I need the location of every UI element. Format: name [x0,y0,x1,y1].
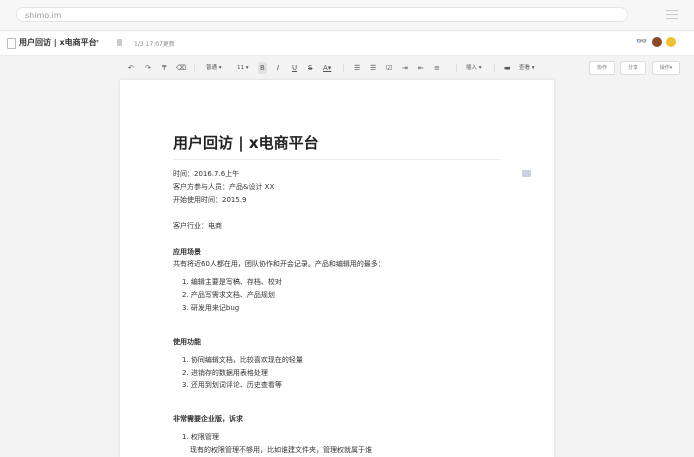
section-heading: 应用场景 [173,248,201,256]
outdent-icon[interactable]: ⇤ [418,62,424,74]
indent-icon[interactable]: ⇥ [402,62,408,74]
list-item: 2. 进销存的数据用表格处理 [182,369,268,377]
list-item-detail: 现有的权限管理不够用，比如谁建文件夹，管理权就属于谁 [190,446,372,454]
comment-icon[interactable]: ▬ [504,62,511,74]
hamburger-menu-icon[interactable] [666,10,678,19]
align-icon[interactable]: ≡ [434,62,440,74]
section-heading: 非常需要企业版，诉求 [173,415,243,423]
undo-icon[interactable]: ↶ [128,62,134,74]
title-dropdown-icon[interactable]: ▾ [96,38,99,45]
meta-industry: 客户行业：电商 [173,222,222,230]
text-color-button[interactable]: A▾ [323,62,331,74]
list-item: 1. 协同编辑文档，比较喜欢现在的轻量 [182,356,303,364]
clear-format-icon[interactable]: ⌫ [176,62,186,74]
view-menu[interactable]: 查看 ▾ [519,62,535,74]
operations-button[interactable]: 操作▾ [652,61,680,75]
document-title[interactable]: 用户回访 | x电商平台 [19,37,97,48]
section-heading: 使用功能 [173,338,201,346]
paragraph: 共有将近60人都在用，团队协作和开会记录。产品和编辑用的最多： [173,260,385,268]
style-select[interactable]: 普通 ▾ [206,62,222,74]
bullet-list-icon[interactable]: ☰ [370,62,376,74]
list-item: 1. 权限管理 [182,433,219,441]
redo-icon[interactable]: ↷ [145,62,151,74]
avatar[interactable] [652,37,662,47]
list-item: 2. 产品写需求文档、产品规划 [182,291,275,299]
document-icon [7,38,16,49]
list-item: 3. 还用到划词评论、历史查看等 [182,381,282,389]
document-header: 用户回访 | x电商平台 ▾ 1/3 17:07更新 👓 [0,31,694,56]
italic-button[interactable]: I [277,62,279,74]
comment-bubble-icon[interactable] [522,170,531,177]
document-page[interactable]: 用户回访 | x电商平台 时间：2016.7.6上午 客户方参与人员：产品&设计… [120,80,554,457]
share-button[interactable]: 分享 [620,61,646,75]
editor-toolbar: ↶ ↷ ₸ ⌫ 普通 ▾ 11 ▾ B I U S A▾ ☰ ☰ ☑ ⇥ ⇤ ≡… [0,56,694,80]
ordered-list-icon[interactable]: ☰ [354,62,360,74]
format-painter-icon[interactable]: ₸ [162,62,166,74]
bold-button[interactable]: B [258,62,267,74]
collaborate-button[interactable]: 协作 [589,61,615,75]
bookmark-icon[interactable] [117,39,122,46]
avatar[interactable] [666,37,676,47]
browser-bar: shimo.im [0,0,694,31]
insert-menu[interactable]: 插入 ▾ [466,62,482,74]
list-item: 3. 研发用来记bug [182,304,240,312]
updated-time: 1/3 17:07更新 [134,41,175,48]
underline-button[interactable]: U [292,62,297,74]
meta-start: 开始使用时间：2015.9 [173,196,247,204]
list-item: 1. 编辑主要是写稿、存档、校对 [182,278,282,286]
meta-participants: 客户方参与人员：产品&设计 XX [173,183,275,191]
document-heading: 用户回访 | x电商平台 [173,134,319,152]
heading-divider [173,159,500,160]
meta-time: 时间：2016.7.6上午 [173,170,240,178]
strikethrough-button[interactable]: S [308,62,312,74]
url-input[interactable]: shimo.im [16,7,628,22]
font-size-select[interactable]: 11 ▾ [237,62,249,74]
glasses-icon[interactable]: 👓 [636,37,647,47]
checklist-icon[interactable]: ☑ [386,62,392,74]
